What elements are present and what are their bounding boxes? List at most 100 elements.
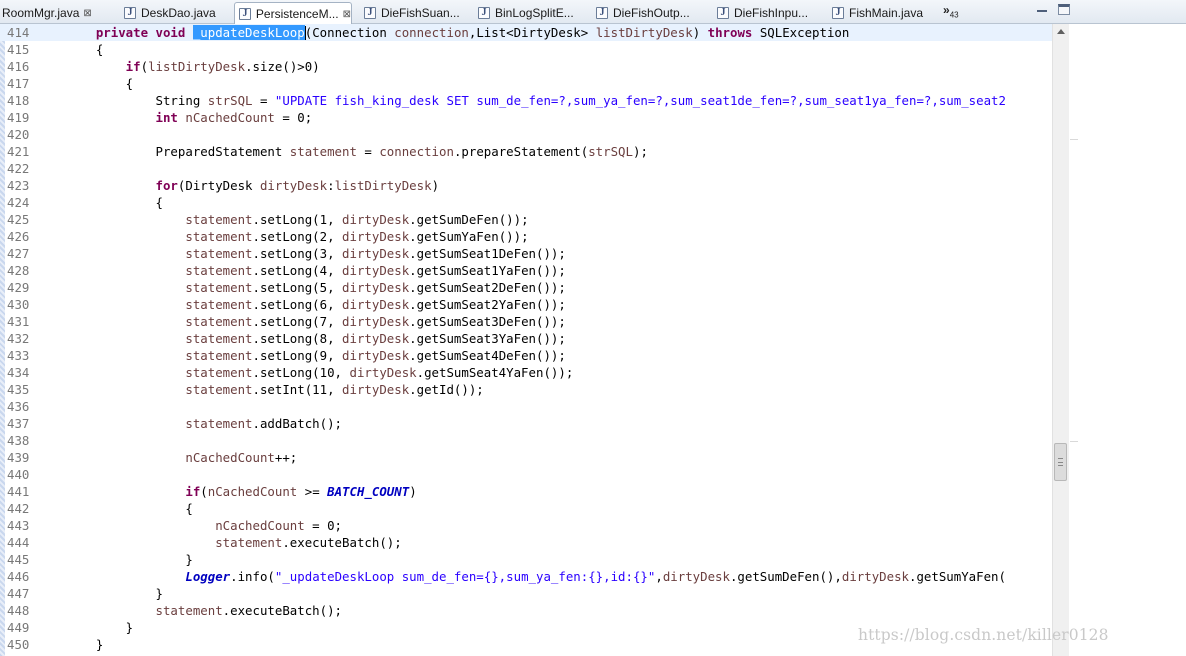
- code-line[interactable]: 442 {: [0, 500, 1052, 517]
- scroll-up-arrow-icon[interactable]: [1057, 29, 1065, 34]
- overview-ruler: [1069, 24, 1186, 656]
- code-token: dirtyDesk: [662, 569, 730, 584]
- code-line[interactable]: 414 private void _updateDeskLoop(Connect…: [0, 24, 1052, 41]
- code-line[interactable]: 440: [0, 466, 1052, 483]
- code-line[interactable]: 421 PreparedStatement statement = connec…: [0, 143, 1052, 160]
- tab-item[interactable]: J FishMain.java: [828, 2, 928, 24]
- code-line[interactable]: 443 nCachedCount = 0;: [0, 517, 1052, 534]
- code-line[interactable]: 429 statement.setLong(5, dirtyDesk.getSu…: [0, 279, 1052, 296]
- code-token: .setLong(9,: [252, 348, 343, 363]
- tab-item[interactable]: J DieFishOutp...: [592, 2, 702, 24]
- code-text: {: [36, 76, 133, 91]
- code-line[interactable]: 435 statement.setInt(11, dirtyDesk.getId…: [0, 381, 1052, 398]
- code-token: String: [66, 93, 208, 108]
- vertical-scrollbar[interactable]: [1052, 24, 1069, 656]
- code-line[interactable]: 436: [0, 398, 1052, 415]
- tab-item[interactable]: RoomMgr.java ⊠: [0, 2, 112, 24]
- scrollbar-thumb[interactable]: [1054, 443, 1067, 481]
- code-token: statement: [66, 280, 253, 295]
- code-line[interactable]: 437 statement.addBatch();: [0, 415, 1052, 432]
- code-line[interactable]: 432 statement.setLong(8, dirtyDesk.getSu…: [0, 330, 1052, 347]
- code-editor[interactable]: 414 private void _updateDeskLoop(Connect…: [0, 24, 1052, 656]
- code-token: ,List<DirtyDesk>: [468, 24, 596, 40]
- code-token: {: [66, 76, 134, 91]
- java-file-icon: J: [596, 7, 608, 19]
- code-token: {: [66, 42, 104, 57]
- tab-item[interactable]: J BinLogSplitE...: [474, 2, 582, 24]
- code-line[interactable]: 434 statement.setLong(10, dirtyDesk.getS…: [0, 364, 1052, 381]
- tab-item[interactable]: J DieFishInpu...: [713, 2, 819, 24]
- code-text: statement.setLong(10, dirtyDesk.getSumSe…: [36, 365, 573, 380]
- code-text: nCachedCount++;: [36, 450, 297, 465]
- line-number: 444: [7, 535, 30, 550]
- java-file-icon: J: [239, 8, 251, 20]
- code-line[interactable]: 423 for(DirtyDesk dirtyDesk:listDirtyDes…: [0, 177, 1052, 194]
- tab-close-icon[interactable]: ⊠: [343, 9, 351, 20]
- code-line[interactable]: 424 {: [0, 194, 1052, 211]
- java-file-icon: J: [478, 7, 490, 19]
- code-line[interactable]: 438: [0, 432, 1052, 449]
- tab-close-icon[interactable]: ⊠: [83, 8, 91, 19]
- code-line[interactable]: 445 }: [0, 551, 1052, 568]
- tab-item[interactable]: J PersistenceM... ⊠: [234, 2, 352, 25]
- code-token: (Connection: [304, 24, 395, 40]
- code-text: if(listDirtyDesk.size()>0): [36, 59, 320, 74]
- code-token: .getSumSeat1YaFen());: [409, 263, 566, 278]
- code-line[interactable]: 422: [0, 160, 1052, 177]
- minimize-icon[interactable]: [1037, 4, 1047, 12]
- code-line[interactable]: 425 statement.setLong(1, dirtyDesk.getSu…: [0, 211, 1052, 228]
- line-number: 419: [7, 110, 30, 125]
- code-line[interactable]: 430 statement.setLong(6, dirtyDesk.getSu…: [0, 296, 1052, 313]
- code-text: int nCachedCount = 0;: [36, 110, 313, 125]
- code-line[interactable]: 439 nCachedCount++;: [0, 449, 1052, 466]
- code-token: dirtyDesk: [349, 365, 417, 380]
- code-line[interactable]: 447 }: [0, 585, 1052, 602]
- line-number: 426: [7, 229, 30, 244]
- tab-item[interactable]: J DeskDao.java: [120, 2, 224, 24]
- tab-label: PersistenceM...: [255, 7, 339, 21]
- code-token: strSQL: [207, 93, 253, 108]
- code-token: .setLong(1,: [252, 212, 343, 227]
- code-line[interactable]: 433 statement.setLong(9, dirtyDesk.getSu…: [0, 347, 1052, 364]
- code-token: .setLong(6,: [252, 297, 343, 312]
- code-line[interactable]: 415 {: [0, 41, 1052, 58]
- code-token: "_updateDeskLoop sum_de_fen={},sum_ya_fe…: [274, 569, 656, 584]
- editor-tab-bar: »43 RoomMgr.java ⊠ J DeskDao.java J Persisten…: [0, 0, 1186, 25]
- code-line[interactable]: 428 statement.setLong(4, dirtyDesk.getSu…: [0, 262, 1052, 279]
- maximize-icon[interactable]: [1058, 4, 1070, 15]
- code-token: statement: [66, 603, 223, 618]
- code-line[interactable]: 418 String strSQL = "UPDATE fish_king_de…: [0, 92, 1052, 109]
- tab-overflow-button[interactable]: »43: [943, 3, 959, 19]
- code-text: }: [36, 620, 133, 635]
- code-token: statement: [66, 365, 253, 380]
- code-text: statement.setLong(3, dirtyDesk.getSumSea…: [36, 246, 565, 261]
- line-number: 424: [7, 195, 30, 210]
- code-line[interactable]: 431 statement.setLong(7, dirtyDesk.getSu…: [0, 313, 1052, 330]
- line-number: 441: [7, 484, 30, 499]
- code-line[interactable]: 446 Logger.info("_updateDeskLoop sum_de_…: [0, 568, 1052, 585]
- code-text: }: [36, 637, 103, 652]
- line-number: 446: [7, 569, 30, 584]
- code-line[interactable]: 441 if(nCachedCount >= BATCH_COUNT): [0, 483, 1052, 500]
- code-line[interactable]: 448 statement.executeBatch();: [0, 602, 1052, 619]
- code-line[interactable]: 417 {: [0, 75, 1052, 92]
- code-token: Logger: [66, 569, 231, 584]
- code-text: statement.setLong(9, dirtyDesk.getSumSea…: [36, 348, 565, 363]
- code-line[interactable]: 420: [0, 126, 1052, 143]
- line-number: 423: [7, 178, 30, 193]
- code-token: throws: [707, 24, 753, 40]
- code-line[interactable]: 416 if(listDirtyDesk.size()>0): [0, 58, 1052, 75]
- code-line[interactable]: 419 int nCachedCount = 0;: [0, 109, 1052, 126]
- code-token: listDirtyDesk: [148, 59, 246, 74]
- code-token: .getSumYaFen(: [909, 569, 1006, 584]
- line-number: 445: [7, 552, 30, 567]
- code-line[interactable]: 427 statement.setLong(3, dirtyDesk.getSu…: [0, 245, 1052, 262]
- tab-item[interactable]: J DieFishSuan...: [360, 2, 464, 24]
- code-token: .size()>0): [245, 59, 320, 74]
- code-line[interactable]: 426 statement.setLong(2, dirtyDesk.getSu…: [0, 228, 1052, 245]
- code-token: .getSumSeat2DeFen());: [409, 280, 566, 295]
- code-token: int: [66, 110, 178, 125]
- line-number: 414: [7, 25, 30, 40]
- code-line[interactable]: 444 statement.executeBatch();: [0, 534, 1052, 551]
- code-token: if: [66, 59, 141, 74]
